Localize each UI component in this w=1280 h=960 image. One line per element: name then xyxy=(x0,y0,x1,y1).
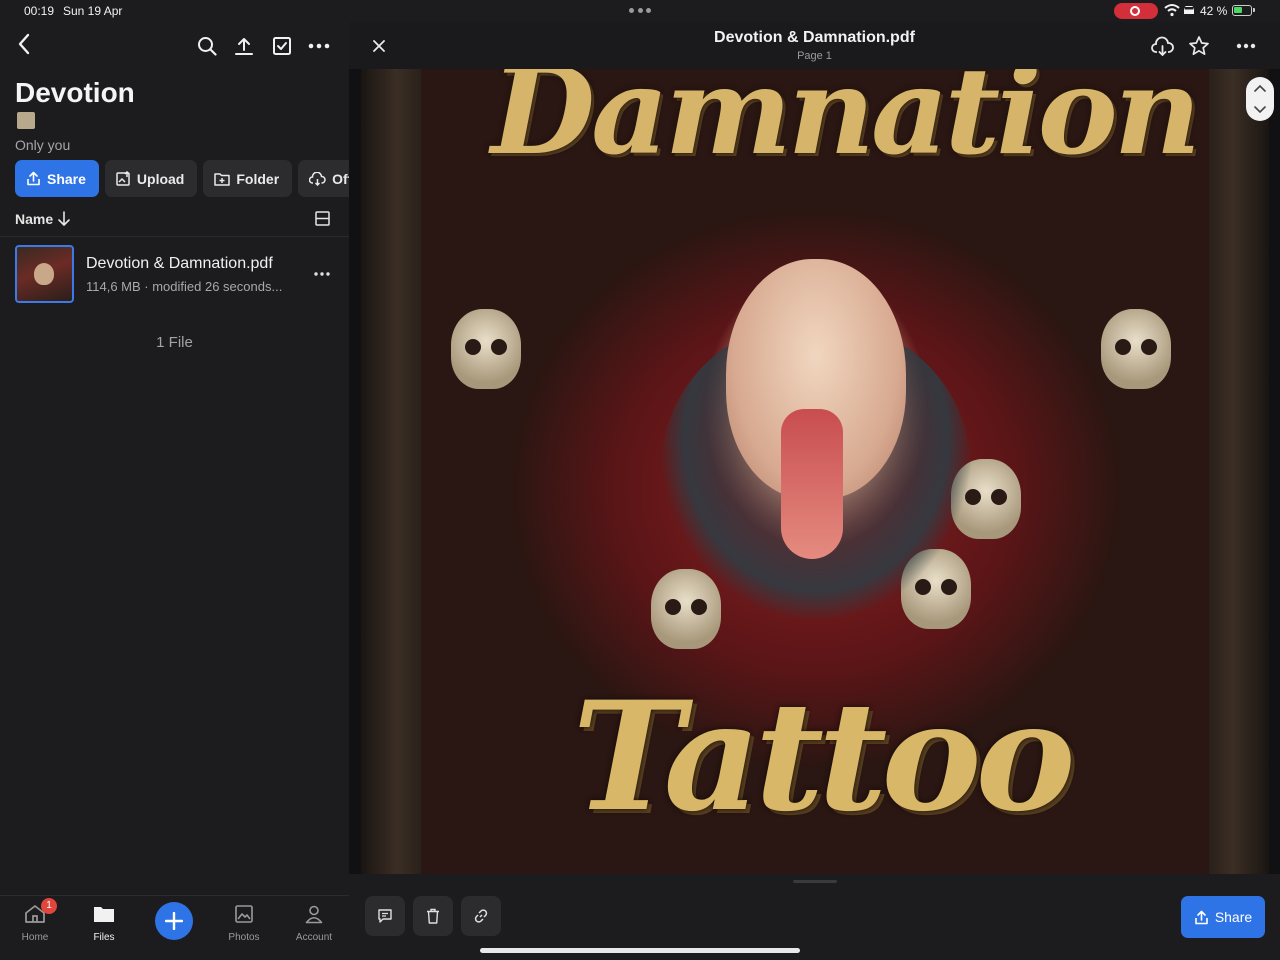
art-title-top: Damnation xyxy=(491,69,1201,182)
tab-home[interactable]: 1 Home xyxy=(5,898,65,943)
folder-owner: Only you xyxy=(15,137,71,153)
file-meta: 114,6 MB · modified 26 seconds... xyxy=(86,279,283,294)
status-date: Sun 19 Apr xyxy=(63,4,123,18)
tab-home-label: Home xyxy=(21,932,49,943)
chevron-up-icon[interactable] xyxy=(1254,84,1266,92)
pdf-viewer: Devotion & Damnation.pdf Page 1 Damnatio… xyxy=(349,22,1280,960)
upload-toolbar-button[interactable] xyxy=(232,34,256,58)
link-icon xyxy=(474,909,488,923)
download-button[interactable] xyxy=(1150,34,1176,58)
photos-icon xyxy=(235,905,253,923)
trash-icon xyxy=(427,908,439,924)
checkbox-icon xyxy=(273,37,291,55)
search-icon xyxy=(198,37,217,56)
comment-button[interactable] xyxy=(365,896,405,936)
chevron-down-icon[interactable] xyxy=(1254,106,1266,114)
account-icon xyxy=(305,905,323,924)
home-indicator[interactable] xyxy=(480,948,800,953)
share-folder-label: Share xyxy=(47,170,86,187)
share-icon xyxy=(27,171,40,186)
ellipsis-icon xyxy=(308,43,330,49)
file-name: Devotion & Damnation.pdf xyxy=(86,255,273,272)
back-button[interactable] xyxy=(12,32,36,56)
folder-actions: Share Upload Folder Offline xyxy=(15,160,349,197)
chevron-left-icon xyxy=(18,33,30,55)
delete-button[interactable] xyxy=(413,896,453,936)
share-folder-button[interactable]: Share xyxy=(15,160,99,197)
sort-label: Name xyxy=(15,211,54,227)
multitasking-dots[interactable] xyxy=(629,8,651,13)
viewer-header: Devotion & Damnation.pdf Page 1 xyxy=(349,22,1280,69)
star-button[interactable] xyxy=(1187,34,1211,58)
upload-image-icon xyxy=(116,171,130,186)
file-list-item[interactable]: Devotion & Damnation.pdf 114,6 MB · modi… xyxy=(0,236,349,310)
tab-files[interactable]: Files xyxy=(74,902,134,943)
art-tongue xyxy=(781,409,843,559)
tab-photos[interactable]: Photos xyxy=(214,902,274,943)
document-canvas[interactable]: Damnation Tattoo xyxy=(349,69,1280,874)
document-page-image: Damnation Tattoo xyxy=(361,69,1269,874)
create-button[interactable] xyxy=(155,902,193,940)
tab-files-label: Files xyxy=(93,932,115,943)
page-indicator: Page 1 xyxy=(797,50,832,62)
home-badge: 1 xyxy=(41,898,57,914)
screen-recording-indicator[interactable] xyxy=(1114,3,1158,19)
more-options-button[interactable] xyxy=(306,34,332,58)
battery-percent: 42 % xyxy=(1200,4,1228,18)
tab-photos-label: Photos xyxy=(228,932,260,943)
status-bar: 00:19 Sun 19 Apr 42 % xyxy=(0,0,1280,22)
share-document-label: Share xyxy=(1214,909,1253,925)
art-skull xyxy=(451,309,521,389)
art-skull xyxy=(1101,309,1171,389)
share-document-button[interactable]: Share xyxy=(1181,896,1265,938)
viewer-more-button[interactable] xyxy=(1233,36,1259,56)
copy-link-button[interactable] xyxy=(461,896,501,936)
upload-label: Upload xyxy=(136,170,185,187)
folder-plus-icon xyxy=(214,172,231,186)
files-sidebar: Devotion Only you Share Upload Folder Of… xyxy=(0,22,349,960)
art-frame-left xyxy=(361,69,421,874)
art-skull xyxy=(651,569,721,649)
arrow-down-icon xyxy=(58,211,70,226)
document-title: Devotion & Damnation.pdf xyxy=(714,29,915,46)
select-button[interactable] xyxy=(270,34,294,58)
new-folder-button[interactable]: Folder xyxy=(203,160,293,197)
car-icon xyxy=(1184,6,1194,14)
file-count: 1 File xyxy=(156,334,193,351)
offline-button[interactable]: Offline xyxy=(298,160,349,197)
offline-label: Offline xyxy=(332,170,349,187)
folder-title: Devotion xyxy=(15,77,135,108)
new-folder-label: Folder xyxy=(236,170,280,187)
upload-icon xyxy=(235,38,253,55)
folder-cover-icon xyxy=(17,112,35,129)
folder-icon xyxy=(94,907,114,922)
tab-account-label: Account xyxy=(295,932,333,943)
page-navigator[interactable] xyxy=(1246,77,1274,121)
comment-icon xyxy=(378,909,392,923)
status-time: 00:19 xyxy=(24,4,55,18)
art-title-bottom: Tattoo xyxy=(572,669,1075,845)
file-thumbnail xyxy=(15,245,74,303)
cloud-download-icon xyxy=(309,171,326,186)
plus-icon xyxy=(165,912,183,930)
view-toggle-icon[interactable] xyxy=(315,211,330,226)
ellipsis-icon xyxy=(1236,43,1256,49)
sort-control[interactable]: Name xyxy=(15,209,335,231)
share-icon xyxy=(1195,910,1208,924)
search-button[interactable] xyxy=(195,34,219,58)
tab-account[interactable]: Account xyxy=(284,902,344,943)
tab-bar: 1 Home Files Photos Account xyxy=(0,895,349,960)
ellipsis-icon xyxy=(314,272,330,276)
battery-icon xyxy=(1232,5,1255,16)
file-more-button[interactable] xyxy=(312,264,332,284)
wifi-icon xyxy=(1164,4,1180,17)
upload-button[interactable]: Upload xyxy=(104,160,198,197)
sheet-grabber[interactable] xyxy=(793,880,837,883)
art-frame-right xyxy=(1209,69,1269,874)
cloud-download-icon xyxy=(1151,36,1174,56)
star-icon xyxy=(1189,36,1209,56)
